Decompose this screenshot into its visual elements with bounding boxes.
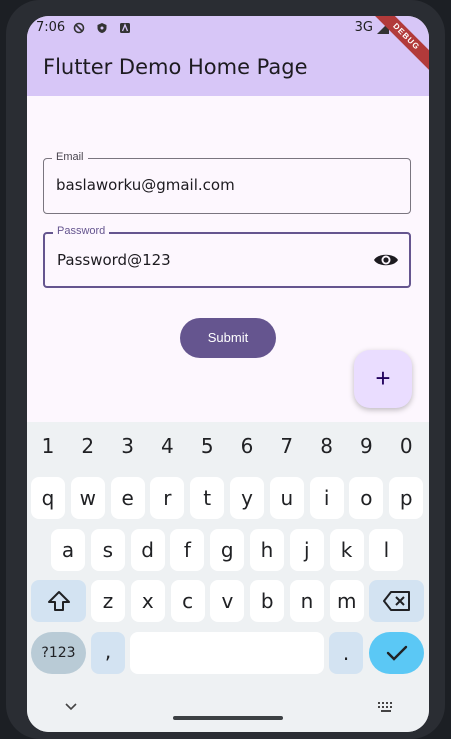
digit-key-8[interactable]: 8 — [310, 428, 344, 464]
key-x[interactable]: x — [130, 580, 165, 622]
phone-frame: 7:06 3G Flutter Demo Home Page DEBUG Ema… — [6, 0, 445, 739]
password-field[interactable]: Password Password@123 — [43, 225, 411, 288]
checkmark-icon — [386, 645, 407, 661]
symbols-key[interactable]: ?123 — [31, 632, 86, 674]
key-z[interactable]: z — [91, 580, 125, 622]
data-saver-icon — [73, 22, 85, 34]
digit-key-1[interactable]: 1 — [31, 428, 65, 464]
digit-key-9[interactable]: 9 — [349, 428, 383, 464]
key-t[interactable]: t — [190, 477, 225, 519]
digit-key-0[interactable]: 0 — [389, 428, 423, 464]
key-f[interactable]: f — [170, 529, 205, 571]
network-type: 3G — [354, 20, 373, 35]
key-d[interactable]: d — [130, 529, 165, 571]
period-key[interactable]: . — [329, 632, 363, 674]
shift-icon — [47, 591, 70, 611]
digit-key-2[interactable]: 2 — [71, 428, 105, 464]
email-input[interactable]: baslaworku@gmail.com — [56, 176, 235, 194]
status-bar: 7:06 3G — [27, 16, 429, 40]
app-bar: 7:06 3G Flutter Demo Home Page DEBUG — [27, 16, 429, 96]
key-v[interactable]: v — [210, 580, 245, 622]
key-r[interactable]: r — [150, 477, 185, 519]
key-m[interactable]: m — [329, 580, 364, 622]
key-u[interactable]: u — [269, 477, 304, 519]
space-key[interactable] — [130, 632, 324, 674]
home-indicator — [173, 716, 283, 720]
submit-button[interactable]: Submit — [180, 318, 276, 358]
enter-key[interactable] — [369, 632, 424, 674]
key-w[interactable]: w — [70, 477, 105, 519]
key-y[interactable]: y — [230, 477, 264, 519]
key-b[interactable]: b — [250, 580, 285, 622]
digit-key-5[interactable]: 5 — [190, 428, 224, 464]
key-n[interactable]: n — [290, 580, 324, 622]
screen: 7:06 3G Flutter Demo Home Page DEBUG Ema… — [27, 16, 429, 732]
key-s[interactable]: s — [90, 529, 125, 571]
key-g[interactable]: g — [210, 529, 245, 571]
digit-key-4[interactable]: 4 — [150, 428, 184, 464]
key-e[interactable]: e — [110, 477, 145, 519]
password-label: Password — [53, 225, 110, 237]
key-i[interactable]: i — [309, 477, 344, 519]
shield-icon — [97, 23, 107, 33]
keyboard: ?123 , . 1234567890 qwertyuiop asdfghjkl zx… — [27, 422, 429, 732]
key-j[interactable]: j — [289, 529, 324, 571]
add-fab-button[interactable]: + — [354, 350, 412, 408]
app-notification-icon — [120, 23, 130, 33]
key-h[interactable]: h — [250, 529, 284, 571]
digit-key-3[interactable]: 3 — [111, 428, 145, 464]
shift-key[interactable] — [31, 580, 86, 622]
comma-key[interactable]: , — [91, 632, 125, 674]
keyboard-switch-icon[interactable] — [377, 701, 395, 713]
status-time: 7:06 — [36, 20, 66, 35]
page-title: Flutter Demo Home Page — [43, 55, 308, 79]
email-field[interactable]: Email baslaworku@gmail.com — [43, 151, 411, 214]
key-l[interactable]: l — [369, 529, 404, 571]
backspace-key[interactable] — [369, 580, 424, 622]
email-label: Email — [52, 151, 88, 163]
key-o[interactable]: o — [349, 477, 384, 519]
backspace-icon — [382, 591, 410, 611]
key-c[interactable]: c — [170, 580, 205, 622]
key-a[interactable]: a — [51, 529, 85, 571]
plus-icon: + — [375, 363, 391, 393]
key-k[interactable]: k — [329, 529, 364, 571]
hide-keyboard-icon[interactable] — [65, 703, 77, 711]
key-p[interactable]: p — [389, 477, 424, 519]
digit-key-6[interactable]: 6 — [230, 428, 264, 464]
digit-key-7[interactable]: 7 — [270, 428, 304, 464]
key-q[interactable]: q — [31, 477, 65, 519]
password-input[interactable]: Password@123 — [57, 251, 171, 269]
visibility-icon[interactable] — [373, 249, 399, 271]
